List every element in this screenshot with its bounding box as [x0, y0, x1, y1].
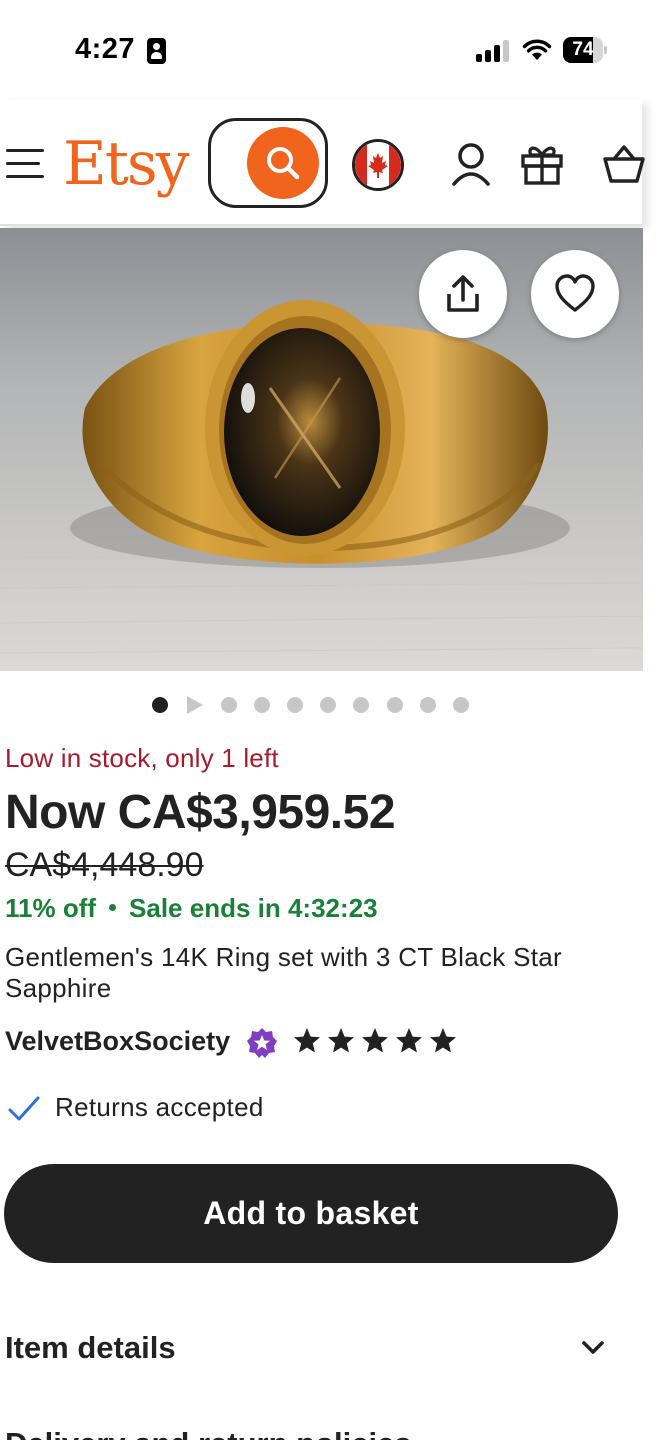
star-icon	[328, 1028, 354, 1053]
shop-row: VelvetBoxSociety	[5, 1024, 485, 1060]
carousel-dot-7[interactable]	[353, 697, 369, 713]
carousel-indicator	[152, 696, 492, 714]
stock-status: Low in stock, only 1 left	[5, 743, 279, 773]
orientation-lock-icon	[147, 38, 166, 64]
item-details-label: Item details	[5, 1330, 176, 1365]
add-to-basket-button[interactable]: Add to basket	[4, 1164, 618, 1263]
carousel-dot-6[interactable]	[320, 697, 336, 713]
product-image[interactable]	[0, 228, 643, 671]
delivery-policies-accordion[interactable]: Delivery and return policies	[5, 1426, 412, 1440]
carousel-video-indicator-icon[interactable]	[187, 696, 203, 714]
star-icon	[294, 1028, 320, 1053]
account-icon[interactable]	[450, 140, 492, 188]
returns-label: Returns accepted	[55, 1092, 264, 1122]
shop-name-link[interactable]: VelvetBoxSociety	[5, 1026, 230, 1057]
share-button[interactable]	[419, 250, 507, 338]
separator-dot	[109, 903, 117, 911]
star-icon	[430, 1028, 456, 1053]
battery-indicator: 74	[563, 37, 607, 63]
carousel-dot-1[interactable]	[152, 697, 168, 713]
basket-icon[interactable]	[603, 143, 645, 185]
region-flag-button[interactable]	[352, 139, 404, 191]
status-time: 4:27	[75, 33, 136, 65]
carousel-dot-3[interactable]	[221, 697, 237, 713]
gift-icon[interactable]	[519, 140, 565, 186]
star-icon	[396, 1028, 422, 1053]
shop-rating	[292, 1026, 462, 1058]
carousel-dot-4[interactable]	[254, 697, 270, 713]
product-title: Gentlemen's 14K Ring set with 3 CT Black…	[5, 942, 562, 1003]
share-icon	[447, 275, 479, 312]
heart-icon	[555, 274, 595, 312]
search-icon	[267, 147, 300, 180]
returns-row: Returns accepted	[5, 1090, 405, 1126]
cellular-signal-icon	[476, 40, 510, 62]
carousel-dot-8[interactable]	[387, 697, 403, 713]
hamburger-menu-icon[interactable]	[6, 146, 44, 180]
canada-flag-icon	[355, 142, 401, 188]
carousel-dot-9[interactable]	[420, 697, 436, 713]
chevron-down-icon	[582, 1341, 604, 1354]
item-details-accordion[interactable]: Item details	[5, 1330, 615, 1370]
search-circle	[247, 127, 319, 199]
search-button[interactable]	[208, 118, 328, 208]
sale-timer: Sale ends in 4:32:23	[129, 893, 378, 923]
battery-level: 74	[572, 39, 594, 60]
carousel-dot-5[interactable]	[287, 697, 303, 713]
current-price: Now CA$3,959.52	[5, 786, 396, 839]
sale-info: 11% off Sale ends in 4:32:23	[5, 893, 378, 924]
checkmark-icon	[8, 1096, 40, 1121]
favorite-button[interactable]	[531, 250, 619, 338]
status-bar: 4:27 74	[0, 0, 664, 100]
carousel-dot-10[interactable]	[453, 697, 469, 713]
wifi-icon	[522, 39, 552, 60]
star-seller-badge-icon	[247, 1028, 277, 1058]
original-price: CA$4,448.90	[5, 846, 204, 884]
etsy-logo[interactable]: Etsy	[63, 126, 190, 202]
star-icon	[362, 1028, 388, 1053]
discount-label: 11% off	[5, 893, 97, 923]
